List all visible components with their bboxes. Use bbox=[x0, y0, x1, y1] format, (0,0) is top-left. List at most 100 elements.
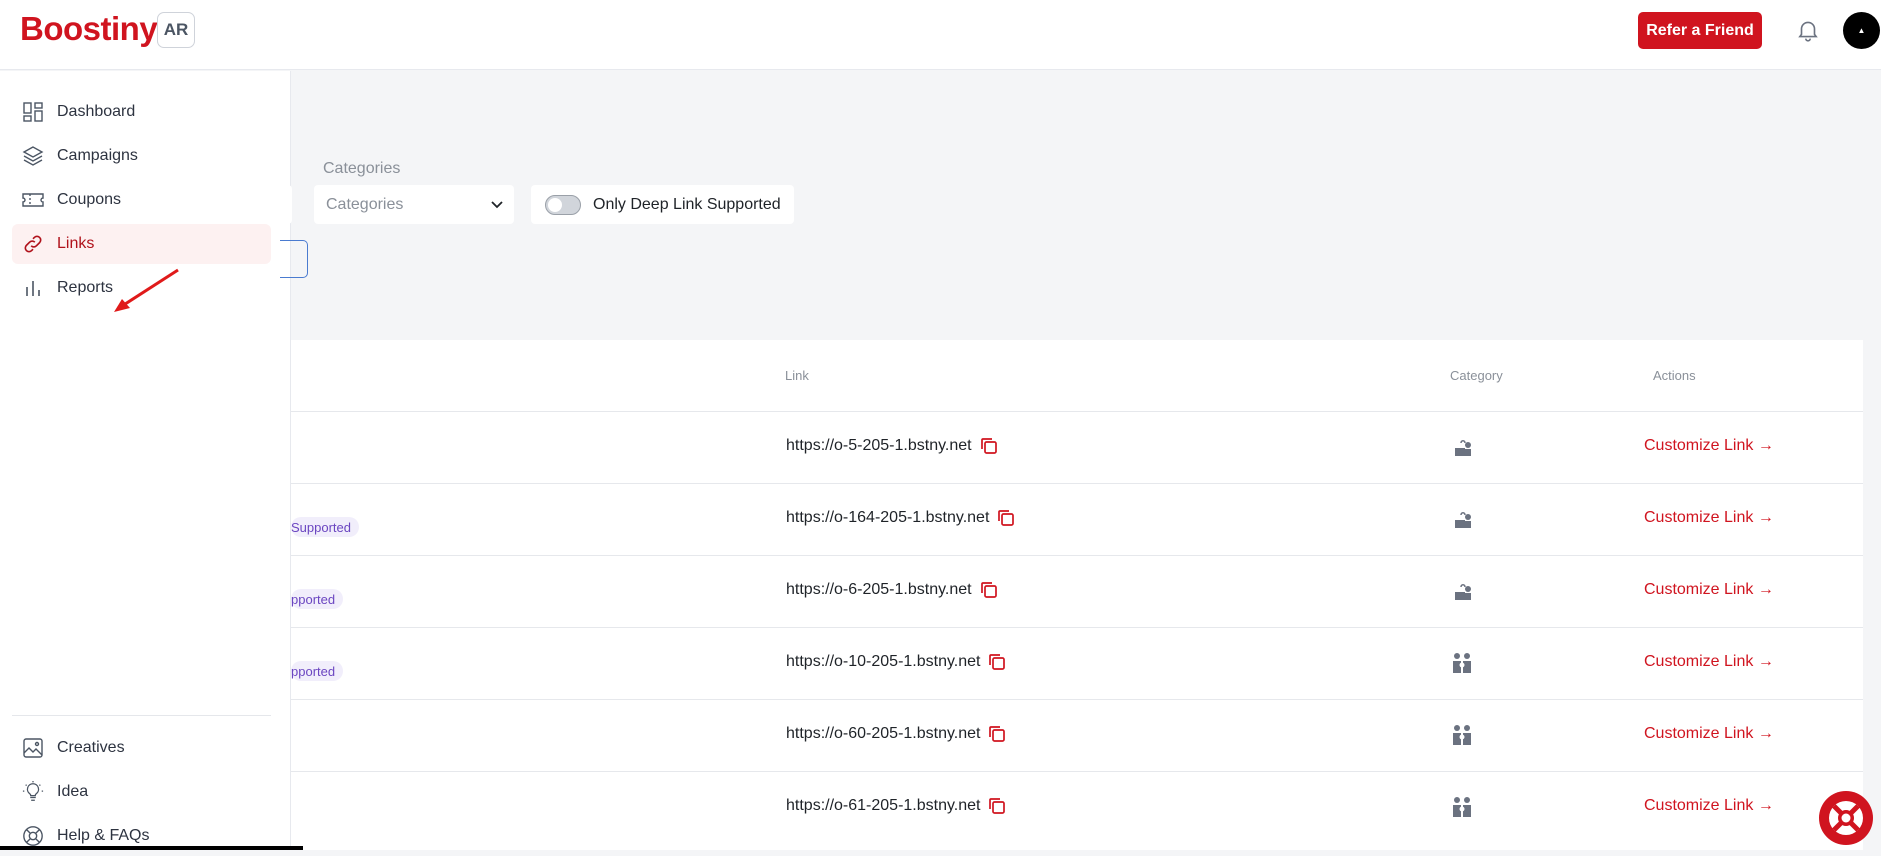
badge-text: pported bbox=[291, 663, 336, 679]
link-icon bbox=[21, 232, 45, 256]
arrow-right-icon: → bbox=[1757, 797, 1774, 814]
bell-icon[interactable] bbox=[1795, 16, 1821, 44]
link-url[interactable]: https://o-164-205-1.bstny.net bbox=[786, 509, 989, 527]
sidebar: Dashboard Campaigns Coupons Links Report… bbox=[0, 71, 291, 850]
link-url[interactable]: https://o-5-205-1.bstny.net bbox=[786, 437, 972, 455]
dashboard-icon bbox=[21, 100, 45, 124]
sidebar-item-help[interactable]: Help & FAQs bbox=[12, 816, 271, 856]
link-cell: https://o-60-205-1.bstny.net bbox=[786, 724, 1007, 744]
link-url[interactable]: https://o-6-205-1.bstny.net bbox=[786, 581, 972, 599]
customize-link-button[interactable]: Customize Link → bbox=[1644, 653, 1774, 671]
sidebar-divider bbox=[12, 715, 271, 716]
customize-label: Customize Link bbox=[1644, 797, 1754, 814]
ticket-icon bbox=[21, 188, 45, 212]
sidebar-item-label: Reports bbox=[57, 279, 114, 296]
customize-link-button[interactable]: Customize Link → bbox=[1644, 509, 1774, 527]
lightbulb-icon bbox=[21, 780, 45, 804]
deep-link-label: Only Deep Link Supported bbox=[593, 195, 781, 213]
help-widget-button[interactable] bbox=[1819, 791, 1873, 845]
customize-label: Customize Link bbox=[1644, 509, 1754, 526]
sidebar-item-campaigns[interactable]: Campaigns bbox=[12, 136, 271, 176]
family-icon bbox=[1453, 797, 1471, 817]
table-row: https://o-61-205-1.bstny.net Customize L… bbox=[291, 771, 1863, 844]
sidebar-item-links[interactable]: Links bbox=[12, 224, 271, 264]
column-header-actions: Actions bbox=[1653, 368, 1696, 383]
customize-link-button[interactable]: Customize Link → bbox=[1644, 437, 1774, 455]
customize-label: Customize Link bbox=[1644, 653, 1754, 670]
bar-chart-icon bbox=[21, 276, 45, 300]
logo-text: Boostiny bbox=[20, 10, 158, 47]
column-header-category: Category bbox=[1450, 368, 1503, 383]
deep-link-toggle[interactable] bbox=[545, 194, 581, 215]
customize-link-button[interactable]: Customize Link → bbox=[1644, 797, 1774, 815]
customize-label: Customize Link bbox=[1644, 437, 1754, 454]
outlined-button-partial[interactable] bbox=[280, 240, 308, 278]
sidebar-item-dashboard[interactable]: Dashboard bbox=[12, 92, 271, 132]
arrow-right-icon: → bbox=[1757, 725, 1774, 742]
link-cell: https://o-164-205-1.bstny.net bbox=[786, 508, 1016, 528]
boostiny-logo[interactable]: Boostiny bbox=[20, 10, 158, 48]
lifebuoy-icon bbox=[21, 824, 45, 848]
customize-link-button[interactable]: Customize Link → bbox=[1644, 725, 1774, 743]
filter-field-partial[interactable] bbox=[280, 185, 292, 224]
chef-icon bbox=[1455, 440, 1471, 456]
user-avatar[interactable]: ▲ bbox=[1843, 12, 1880, 49]
copy-icon[interactable] bbox=[987, 724, 1007, 744]
deep-link-badge: pported bbox=[291, 589, 344, 609]
chef-icon bbox=[1455, 584, 1471, 600]
link-url[interactable]: https://o-10-205-1.bstny.net bbox=[786, 653, 980, 671]
refer-a-friend-button[interactable]: Refer a Friend bbox=[1638, 12, 1762, 49]
customize-label: Customize Link bbox=[1644, 581, 1754, 598]
link-url[interactable]: https://o-61-205-1.bstny.net bbox=[786, 797, 980, 815]
copy-icon[interactable] bbox=[979, 436, 999, 456]
top-bar: Boostiny AR Refer a Friend ▲ bbox=[0, 0, 1881, 70]
badge-text: Supported bbox=[291, 519, 351, 535]
sidebar-item-label: Creatives bbox=[57, 739, 125, 756]
copy-icon[interactable] bbox=[996, 508, 1016, 528]
lifebuoy-icon bbox=[1829, 801, 1863, 835]
arrow-right-icon: → bbox=[1757, 509, 1774, 526]
chevron-down-icon bbox=[491, 201, 503, 209]
language-switch-button[interactable]: AR bbox=[157, 12, 195, 48]
badge-text: pported bbox=[291, 591, 336, 607]
customize-link-button[interactable]: Customize Link → bbox=[1644, 581, 1774, 599]
table-row: https://o-60-205-1.bstny.net Customize L… bbox=[291, 699, 1863, 772]
link-url[interactable]: https://o-60-205-1.bstny.net bbox=[786, 725, 980, 743]
deep-link-badge: Supported bbox=[291, 517, 359, 537]
link-cell: https://o-10-205-1.bstny.net bbox=[786, 652, 1007, 672]
sidebar-item-label: Campaigns bbox=[57, 147, 138, 164]
language-label: AR bbox=[163, 20, 189, 39]
table-row: https://o-5-205-1.bstny.net Customize Li… bbox=[291, 411, 1863, 484]
copy-icon[interactable] bbox=[987, 652, 1007, 672]
sidebar-item-label: Coupons bbox=[57, 191, 122, 208]
table-row: pported https://o-6-205-1.bstny.net Cust… bbox=[291, 555, 1863, 628]
sidebar-item-coupons[interactable]: Coupons bbox=[12, 180, 271, 220]
link-cell: https://o-5-205-1.bstny.net bbox=[786, 436, 999, 456]
arrow-right-icon: → bbox=[1757, 437, 1774, 454]
sidebar-item-creatives[interactable]: Creatives bbox=[12, 728, 271, 768]
annotation-arrow bbox=[114, 268, 179, 312]
image-icon bbox=[21, 736, 45, 760]
sidebar-item-idea[interactable]: Idea bbox=[12, 772, 271, 812]
link-cell: https://o-61-205-1.bstny.net bbox=[786, 796, 1007, 816]
table-row: Supported https://o-164-205-1.bstny.net … bbox=[291, 483, 1863, 556]
categories-placeholder: Categories bbox=[326, 195, 404, 213]
sidebar-item-label: Links bbox=[57, 235, 95, 252]
family-icon bbox=[1453, 653, 1471, 673]
refer-label: Refer a Friend bbox=[1646, 21, 1754, 39]
copy-icon[interactable] bbox=[979, 580, 999, 600]
deep-link-filter: Only Deep Link Supported bbox=[531, 185, 794, 224]
copy-icon[interactable] bbox=[987, 796, 1007, 816]
sidebar-item-label: Help & FAQs bbox=[57, 827, 150, 844]
chef-icon bbox=[1455, 512, 1471, 528]
deep-link-badge: pported bbox=[291, 661, 344, 681]
categories-select[interactable]: Categories bbox=[314, 185, 514, 224]
sidebar-item-label: Dashboard bbox=[57, 103, 136, 120]
column-header-link: Link bbox=[785, 368, 809, 383]
arrow-right-icon: → bbox=[1757, 653, 1774, 670]
customize-label: Customize Link bbox=[1644, 725, 1754, 742]
categories-label: Categories bbox=[323, 160, 401, 177]
sidebar-item-label: Idea bbox=[57, 783, 89, 800]
links-table: Link Category Actions https://o-5-205-1.… bbox=[291, 340, 1863, 850]
table-row: pported https://o-10-205-1.bstny.net Cus… bbox=[291, 627, 1863, 700]
